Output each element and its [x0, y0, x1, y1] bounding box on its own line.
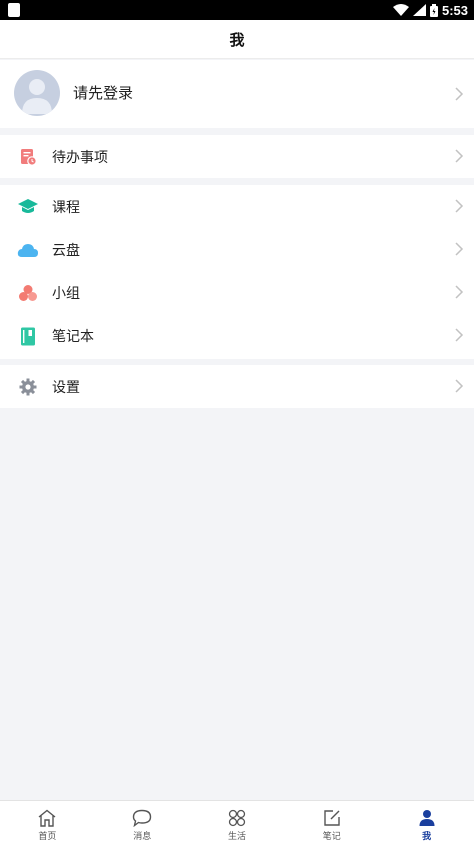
tab-notes[interactable]: 笔记	[284, 801, 379, 842]
chevron-right-icon	[455, 379, 464, 393]
avatar	[14, 70, 60, 116]
wifi-icon	[392, 4, 409, 16]
menu-label-cloud: 云盘	[52, 242, 80, 259]
menu-label-settings: 设置	[52, 379, 80, 396]
menu-label-group: 小组	[52, 285, 80, 302]
chevron-right-icon	[455, 149, 464, 163]
menu-item-group[interactable]: 小组	[0, 271, 474, 314]
group-icon	[17, 282, 39, 304]
menu-label-notebook: 笔记本	[52, 328, 94, 345]
menu-label-course: 课程	[52, 199, 80, 216]
menu-label-todo: 待办事项	[52, 149, 108, 166]
menu-item-course[interactable]: 课程	[0, 185, 474, 228]
bottom-tab-bar: 首页 消息 生活 笔记 我	[0, 800, 474, 842]
menu-item-settings[interactable]: 设置	[0, 365, 474, 408]
home-icon	[37, 808, 57, 828]
notification-icon	[8, 3, 20, 17]
chevron-right-icon	[455, 87, 464, 101]
chevron-right-icon	[455, 199, 464, 213]
menu-item-notebook[interactable]: 笔记本	[0, 314, 474, 357]
status-bar: 5:53	[0, 0, 474, 20]
signal-icon	[412, 4, 426, 16]
message-icon	[132, 808, 152, 828]
person-icon	[417, 808, 437, 828]
gear-icon	[17, 376, 39, 398]
tab-label-notes: 笔记	[322, 832, 341, 842]
notebook-icon	[17, 325, 39, 347]
clock-time: 5:53	[441, 2, 468, 18]
page-title: 我	[0, 20, 474, 59]
tab-label-me: 我	[422, 832, 432, 842]
page-title-text: 我	[229, 30, 245, 49]
chevron-right-icon	[455, 328, 464, 342]
tab-me[interactable]: 我	[379, 801, 474, 842]
tab-label-life: 生活	[227, 832, 246, 842]
chevron-right-icon	[455, 285, 464, 299]
tab-home[interactable]: 首页	[0, 801, 95, 842]
login-prompt: 请先登录	[73, 84, 134, 102]
note-icon	[322, 808, 342, 828]
life-icon	[227, 808, 247, 828]
tab-life[interactable]: 生活	[190, 801, 285, 842]
menu-section-todo: 待办事项	[0, 135, 474, 178]
menu-section-main: 课程 云盘 小组 笔记本	[0, 185, 474, 359]
todo-icon	[17, 146, 39, 168]
battery-icon	[429, 3, 438, 17]
tab-messages[interactable]: 消息	[95, 801, 190, 842]
cloud-icon	[17, 239, 39, 261]
profile-login-row[interactable]: 请先登录	[0, 60, 474, 128]
menu-item-todo[interactable]: 待办事项	[0, 135, 474, 178]
tab-label-home: 首页	[38, 832, 57, 842]
menu-section-settings: 设置	[0, 365, 474, 408]
chevron-right-icon	[455, 242, 464, 256]
tab-label-messages: 消息	[133, 832, 152, 842]
course-icon	[17, 196, 39, 218]
menu-item-cloud[interactable]: 云盘	[0, 228, 474, 271]
